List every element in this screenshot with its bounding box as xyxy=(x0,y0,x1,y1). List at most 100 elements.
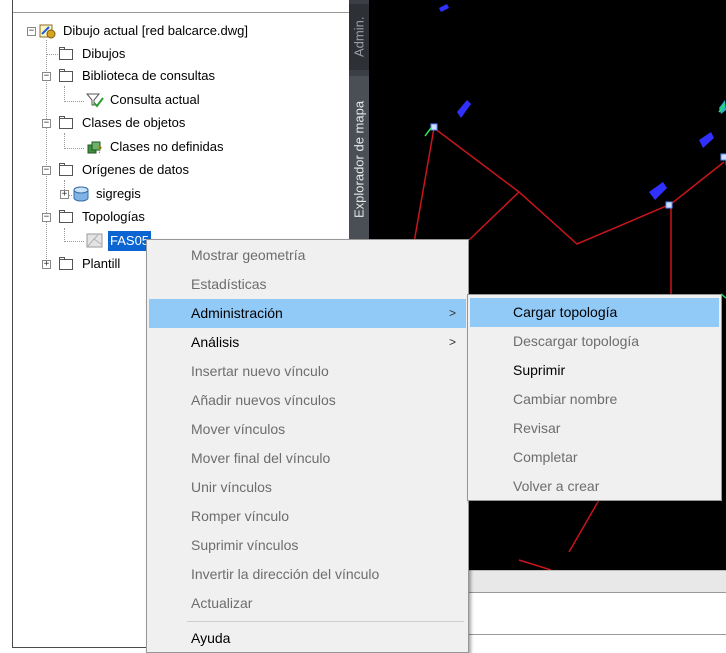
drawing-icon xyxy=(39,23,57,39)
network-symbol xyxy=(699,132,714,148)
menu-item-recreate[interactable]: Volver a crear xyxy=(470,472,719,501)
tree-item-templates[interactable]: Plantill xyxy=(58,254,122,274)
menu-item-refresh[interactable]: Actualizar xyxy=(149,589,466,618)
context-menu: Mostrar geometría Estadísticas Administr… xyxy=(146,239,469,653)
tree-item-current-query[interactable]: Consulta actual xyxy=(85,90,202,110)
tree-item-topology-fas05[interactable]: FAS05 xyxy=(86,231,152,251)
collapse-toggle[interactable]: − xyxy=(42,166,51,175)
menu-item-label: Romper vínculo xyxy=(191,508,290,524)
menu-item-break-link[interactable]: Romper vínculo xyxy=(149,502,466,531)
green-arrow xyxy=(424,127,432,137)
menu-item-complete[interactable]: Completar xyxy=(470,443,719,472)
tree-connector xyxy=(64,148,84,149)
collapse-toggle[interactable]: − xyxy=(27,27,36,36)
network-symbol xyxy=(457,100,471,118)
panel-top-divider xyxy=(13,12,358,13)
menu-item-label: Actualizar xyxy=(191,595,253,611)
menu-item-delete[interactable]: Suprimir xyxy=(470,356,719,385)
tree-item-label: Topologías xyxy=(82,209,145,224)
menu-item-label: Insertar nuevo vínculo xyxy=(191,363,329,379)
menu-item-label: Volver a crear xyxy=(513,478,600,494)
folder-icon xyxy=(58,115,76,131)
tab-map-explorer[interactable]: Explorador de mapa xyxy=(349,76,369,242)
database-icon xyxy=(72,186,90,202)
menu-item-label: Revisar xyxy=(513,420,561,436)
tree-connector xyxy=(46,54,58,55)
tree-item-current-drawing[interactable]: Dibujo actual [red balcarce.dwg] xyxy=(39,21,250,41)
menu-item-add-links[interactable]: Añadir nuevos vínculos xyxy=(149,386,466,415)
network-line xyxy=(568,499,600,553)
menu-item-join-links[interactable]: Unir vínculos xyxy=(149,473,466,502)
menu-item-label: Descargar topología xyxy=(513,333,640,349)
menu-item-administration[interactable]: Administración > xyxy=(149,299,466,328)
menu-item-label: Suprimir vínculos xyxy=(191,537,299,553)
collapse-toggle[interactable]: − xyxy=(42,119,51,128)
menu-item-delete-links[interactable]: Suprimir vínculos xyxy=(149,531,466,560)
green-arrows xyxy=(424,103,726,299)
menu-item-label: Mover vínculos xyxy=(191,421,286,437)
folder-icon xyxy=(58,68,76,84)
collapse-toggle[interactable]: − xyxy=(42,72,51,81)
menu-item-rename[interactable]: Cambiar nombre xyxy=(470,385,719,414)
expand-toggle[interactable]: + xyxy=(42,260,51,269)
menu-item-insert-link[interactable]: Insertar nuevo vínculo xyxy=(149,357,466,386)
menu-item-label: Invertir la dirección del vínculo xyxy=(191,566,380,582)
tree-item-label: Consulta actual xyxy=(110,92,200,107)
administration-submenu: Cargar topología Descargar topología Sup… xyxy=(467,294,722,501)
tree-item-query-library[interactable]: Biblioteca de consultas xyxy=(58,66,217,86)
menu-separator xyxy=(187,621,464,622)
tree-item-label: Plantill xyxy=(82,256,121,271)
svg-text:?: ? xyxy=(97,145,102,155)
menu-item-label: Análisis xyxy=(191,334,240,350)
tree-connector xyxy=(64,228,65,242)
folder-icon xyxy=(58,162,76,178)
menu-item-audit[interactable]: Revisar xyxy=(470,414,719,443)
tree-connector xyxy=(64,241,84,242)
tree-item-object-classes[interactable]: Clases de objetos xyxy=(58,113,187,133)
network-symbols xyxy=(439,4,726,200)
tree-item-topologies[interactable]: Topologías xyxy=(58,207,147,227)
tree-connector xyxy=(64,133,65,149)
tree-item-label: Dibujo actual [red balcarce.dwg] xyxy=(63,23,248,38)
menu-item-label: Cargar topología xyxy=(513,304,618,320)
tree-item-data-sources[interactable]: Orígenes de datos xyxy=(58,160,191,180)
tree-item-label: Orígenes de datos xyxy=(82,162,189,177)
menu-item-label: Mover final del vínculo xyxy=(191,450,331,466)
menu-item-label: Completar xyxy=(513,449,578,465)
expand-toggle[interactable]: + xyxy=(60,190,69,199)
menu-item-reverse-link[interactable]: Invertir la dirección del vínculo xyxy=(149,560,466,589)
topology-icon xyxy=(86,233,104,249)
menu-item-label: Cambiar nombre xyxy=(513,391,618,407)
tree-item-sigregis[interactable]: sigregis xyxy=(72,184,143,204)
node-marker xyxy=(430,123,438,131)
folder-icon xyxy=(58,256,76,272)
tree-item-label: Clases no definidas xyxy=(110,139,224,154)
tree-item-label: FAS05 xyxy=(108,231,152,251)
tree-item-label: Biblioteca de consultas xyxy=(82,68,215,83)
tab-admin[interactable]: Admin. xyxy=(349,4,369,70)
node-marker xyxy=(665,201,673,209)
network-symbol xyxy=(439,4,449,12)
menu-item-label: Unir vínculos xyxy=(191,479,272,495)
menu-item-label: Administración xyxy=(191,305,283,321)
tree-item-dibujos[interactable]: Dibujos xyxy=(58,44,127,64)
menu-item-unload-topology[interactable]: Descargar topología xyxy=(470,327,719,356)
menu-item-statistics[interactable]: Estadísticas xyxy=(149,270,466,299)
menu-item-help[interactable]: Ayuda xyxy=(149,624,466,653)
menu-item-label: Suprimir xyxy=(513,362,566,378)
submenu-arrow-icon: > xyxy=(448,306,456,320)
tree-connector xyxy=(64,101,84,102)
submenu-arrow-icon: > xyxy=(448,335,456,349)
tree-item-label: Dibujos xyxy=(82,46,126,61)
menu-item-analysis[interactable]: Análisis > xyxy=(149,328,466,357)
menu-item-show-geometry[interactable]: Mostrar geometría xyxy=(149,241,466,270)
menu-item-load-topology[interactable]: Cargar topología xyxy=(470,298,719,327)
menu-item-move-link-end[interactable]: Mover final del vínculo xyxy=(149,444,466,473)
tree-item-undefined-classes[interactable]: ? Clases no definidas xyxy=(86,137,225,157)
menu-item-label: Mostrar geometría xyxy=(191,247,306,263)
collapse-toggle[interactable]: − xyxy=(42,213,51,222)
network-line xyxy=(433,127,725,245)
node-marker xyxy=(720,153,726,161)
menu-item-move-links[interactable]: Mover vínculos xyxy=(149,415,466,444)
network-line xyxy=(468,191,520,241)
